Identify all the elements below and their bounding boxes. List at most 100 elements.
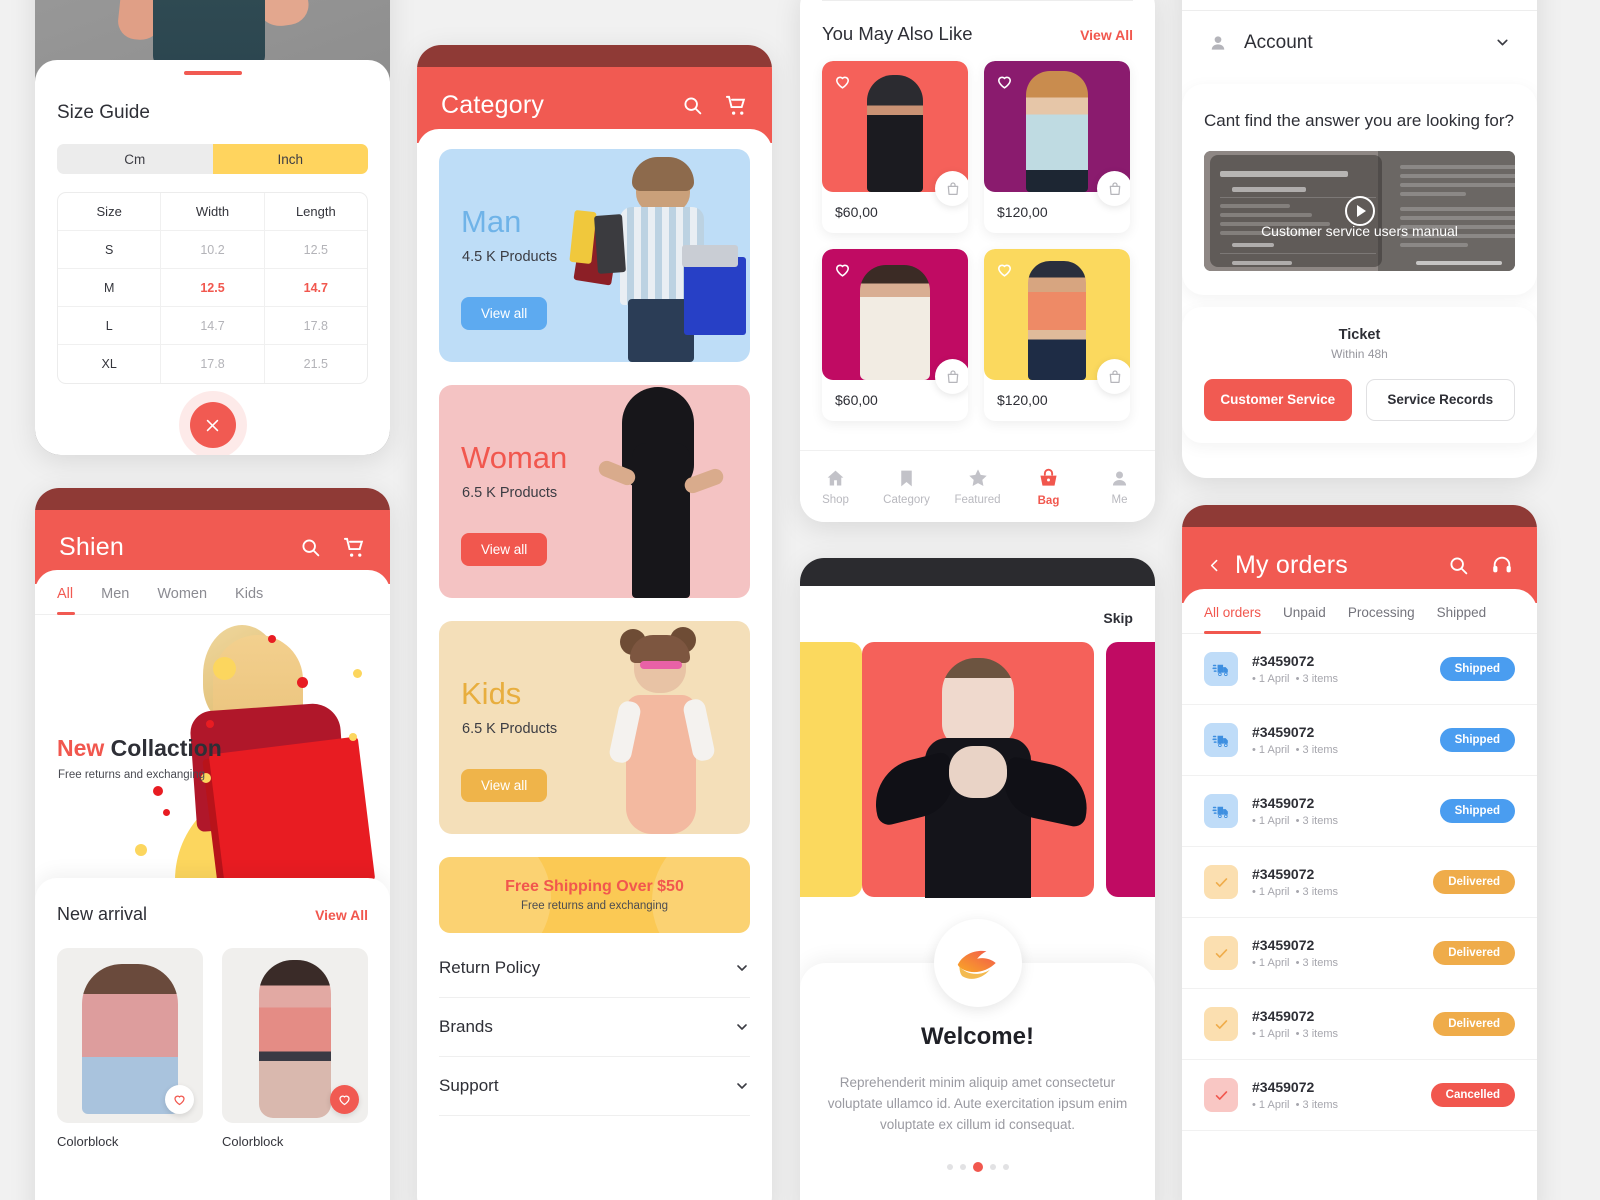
skip-button[interactable]: Skip (800, 586, 1155, 626)
free-shipping-banner[interactable]: Free Shipping Over $50 Free returns and … (439, 857, 750, 933)
tab-all[interactable]: All (57, 586, 76, 615)
product-card[interactable]: Colorblock (222, 948, 368, 1149)
carousel-dots[interactable] (800, 1161, 1155, 1172)
favorite-icon[interactable] (833, 260, 852, 279)
tab-women[interactable]: Women (157, 586, 207, 614)
category-card-man[interactable]: Man 4.5 K Products View all (439, 149, 750, 362)
add-to-bag-button[interactable] (935, 171, 968, 206)
accordion-brands[interactable]: Brands (439, 998, 750, 1057)
add-to-bag-button[interactable] (935, 359, 968, 394)
nav-item-me[interactable]: Me (1084, 468, 1155, 506)
close-button[interactable] (189, 402, 236, 448)
tab-shipped[interactable]: Shipped (1437, 605, 1487, 633)
view-all-link[interactable]: View All (1080, 27, 1133, 43)
table-row[interactable]: #3459072 • 1 April • 3 items Cancelled (1182, 1060, 1537, 1131)
unit-option-inch[interactable]: Inch (212, 144, 368, 174)
table-row[interactable]: XL 17.8 21.5 (58, 345, 367, 383)
nav-item-shop[interactable]: Shop (800, 468, 871, 506)
add-to-bag-button[interactable] (1097, 359, 1130, 394)
tab-unpaid[interactable]: Unpaid (1283, 605, 1326, 633)
carousel-slide-prev[interactable] (800, 642, 862, 897)
view-all-button[interactable]: View all (461, 533, 548, 566)
unit-toggle[interactable]: Cm Inch (57, 144, 368, 174)
dot-active[interactable] (972, 1161, 983, 1172)
customer-service-button[interactable]: Customer Service (1204, 378, 1352, 421)
table-row[interactable]: #3459072 • 1 April • 3 items Shipped (1182, 776, 1537, 847)
favorite-button[interactable] (165, 1085, 194, 1114)
account-row[interactable]: Account (1182, 10, 1537, 74)
search-icon[interactable] (300, 537, 321, 558)
tab-processing[interactable]: Processing (1348, 605, 1415, 633)
accordion-return-policy[interactable]: Return Policy (439, 939, 750, 998)
table-row[interactable]: #3459072 • 1 April • 3 items Delivered (1182, 918, 1537, 989)
dot[interactable] (989, 1163, 996, 1170)
product-name: Colorblock (222, 1134, 284, 1149)
cart-icon[interactable] (343, 536, 366, 559)
cart-icon[interactable] (725, 94, 748, 117)
headset-icon[interactable] (1491, 554, 1513, 576)
accordion-label: Support (439, 1076, 499, 1095)
truck-icon (1204, 652, 1238, 686)
chevron-down-icon[interactable] (1494, 34, 1511, 51)
table-row[interactable]: S 10.2 12.5 (58, 231, 367, 269)
add-to-bag-button[interactable] (1097, 171, 1130, 206)
status-bar (800, 558, 1155, 586)
dot[interactable] (946, 1163, 953, 1170)
tab-men[interactable]: Men (101, 586, 129, 614)
carousel-slide-next[interactable] (1106, 642, 1155, 897)
nav-label: Shop (822, 493, 849, 506)
nav-item-category[interactable]: Category (871, 468, 942, 506)
table-row[interactable]: #3459072 • 1 April • 3 items Shipped (1182, 705, 1537, 776)
category-card-kids[interactable]: Kids 6.5 K Products View all (439, 621, 750, 834)
service-records-button[interactable]: Service Records (1365, 378, 1515, 421)
product-card[interactable]: $60,00 (822, 61, 968, 233)
favorite-icon[interactable] (995, 260, 1014, 279)
view-all-button[interactable]: View all (461, 769, 548, 802)
person-icon (1211, 35, 1225, 50)
product-card[interactable]: $120,00 (984, 61, 1130, 233)
video-thumbnail[interactable]: Customer service users manual (1204, 150, 1515, 271)
unit-option-cm[interactable]: Cm (57, 144, 213, 174)
ticket-card: Ticket Within 48h Customer Service Servi… (1182, 306, 1537, 443)
nav-item-featured[interactable]: Featured (942, 467, 1013, 506)
chevron-left-icon[interactable] (1206, 557, 1223, 574)
hero-title-rest: Collaction (104, 735, 222, 761)
hero-subtitle: Free returns and exchanging (58, 769, 206, 781)
table-row[interactable]: #3459072 • 1 April • 3 items Delivered (1182, 989, 1537, 1060)
hero-banner[interactable]: New Collaction Free returns and exchangi… (35, 615, 390, 915)
category-card-woman[interactable]: Woman 6.5 K Products View all (439, 385, 750, 598)
order-id: #3459072 (1252, 1079, 1315, 1095)
cell-size: L (58, 307, 162, 344)
orders-tabs: All orders Unpaid Processing Shipped (1182, 589, 1537, 634)
category-name: Man (461, 204, 522, 239)
dot[interactable] (959, 1163, 966, 1170)
accordion-support[interactable]: Support (439, 1057, 750, 1116)
search-icon[interactable] (682, 95, 703, 116)
product-card[interactable]: $60,00 (822, 249, 968, 421)
app-title: Shien (59, 532, 124, 561)
order-meta: • 1 April • 3 items (1252, 744, 1338, 756)
check-icon (1204, 865, 1238, 899)
carousel-slide-active[interactable] (862, 642, 1095, 898)
sheet-drag-handle[interactable] (183, 71, 242, 75)
hero-title: New Collaction (57, 735, 222, 762)
favorite-icon[interactable] (833, 72, 852, 91)
dot[interactable] (1002, 1163, 1009, 1170)
tab-kids[interactable]: Kids (235, 586, 263, 614)
favorite-button[interactable] (330, 1085, 359, 1114)
nav-item-bag[interactable]: Bag (1013, 467, 1084, 507)
cell-length: 17.8 (303, 318, 328, 333)
search-icon[interactable] (1448, 555, 1469, 576)
play-icon[interactable] (1344, 195, 1375, 226)
table-row[interactable]: #3459072 • 1 April • 3 items Delivered (1182, 847, 1537, 918)
new-arrival-view-all[interactable]: View All (315, 907, 368, 923)
view-all-button[interactable]: View all (461, 297, 548, 330)
hero-title-accent: New (57, 735, 105, 761)
product-card[interactable]: $120,00 (984, 249, 1130, 421)
table-row[interactable]: L 14.7 17.8 (58, 307, 367, 345)
tab-all-orders[interactable]: All orders (1204, 605, 1262, 634)
table-row[interactable]: M 12.5 14.7 (58, 269, 367, 307)
product-card[interactable]: Colorblock (57, 948, 203, 1149)
table-row[interactable]: #3459072 • 1 April • 3 items Shipped (1182, 634, 1537, 705)
favorite-icon[interactable] (995, 72, 1014, 91)
